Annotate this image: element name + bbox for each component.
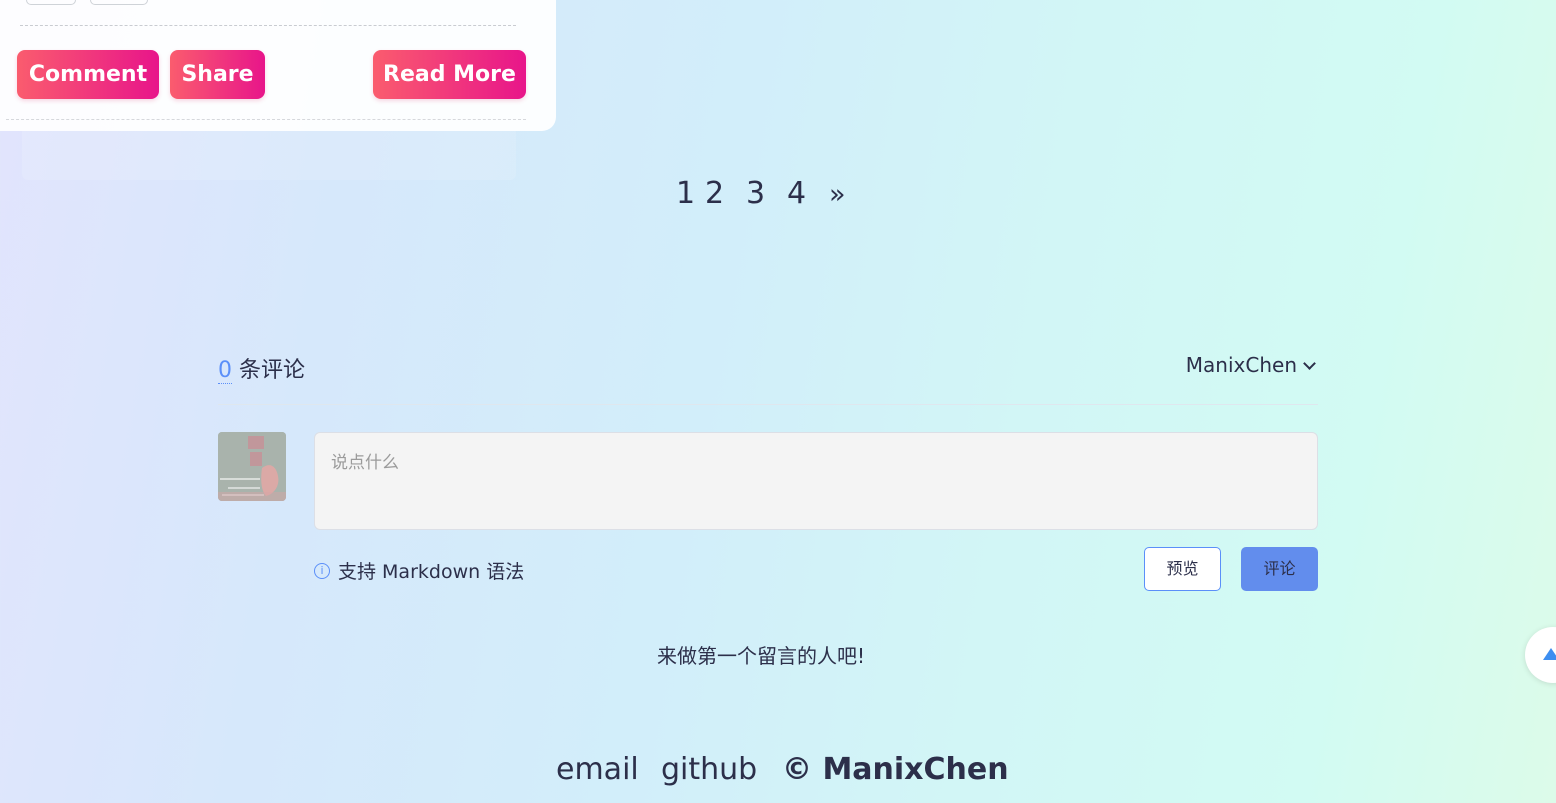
post-card: Comment Share Read More	[0, 0, 556, 131]
post-tag[interactable]	[26, 0, 76, 5]
next-page-link[interactable]: »	[829, 175, 846, 215]
footer-copyright: © ManixChen	[782, 752, 1009, 787]
card-divider	[20, 25, 516, 26]
user-name: ManixChen	[1185, 353, 1297, 377]
post-tags	[26, 0, 148, 5]
page-link-2[interactable]: 2	[705, 174, 724, 214]
comment-input[interactable]	[315, 433, 1317, 529]
arrow-up-icon	[1543, 648, 1556, 660]
empty-comments-message: 来做第一个留言的人吧!	[656, 644, 866, 668]
comments-divider	[218, 404, 1318, 405]
page-link-4[interactable]: 4	[787, 174, 806, 214]
comment-count-label: 条评论	[232, 358, 305, 383]
share-button[interactable]: Share	[170, 50, 265, 99]
read-more-button[interactable]: Read More	[373, 50, 526, 99]
page-link-1[interactable]: 1	[676, 174, 695, 214]
chevron-down-icon	[1303, 357, 1316, 370]
preview-button[interactable]: 预览	[1144, 547, 1221, 591]
card-divider	[6, 119, 526, 120]
comment-input-box	[314, 432, 1318, 530]
user-dropdown[interactable]: ManixChen	[1185, 353, 1316, 377]
back-to-top-button[interactable]	[1525, 627, 1556, 683]
comment-button[interactable]: Comment	[17, 50, 159, 99]
post-tag[interactable]	[90, 0, 148, 5]
comment-count: 0 条评论	[218, 352, 305, 384]
comments-header: 0 条评论 ManixChen	[218, 350, 1318, 390]
avatar-image	[218, 432, 286, 501]
pagination: 1 2 3 4 »	[0, 174, 1556, 214]
footer-github-link[interactable]: github	[661, 748, 757, 792]
info-icon: i	[314, 562, 330, 579]
card-shadow	[22, 128, 516, 180]
comment-count-number[interactable]: 0	[218, 358, 232, 384]
avatar	[218, 432, 286, 501]
page-link-3[interactable]: 3	[746, 174, 765, 214]
markdown-hint: i 支持 Markdown 语法	[314, 557, 524, 584]
markdown-hint-text: 支持 Markdown 语法	[338, 561, 525, 583]
footer: email github © ManixChen	[0, 748, 1556, 792]
footer-email-link[interactable]: email	[556, 748, 639, 792]
submit-comment-button[interactable]: 评论	[1241, 547, 1318, 591]
